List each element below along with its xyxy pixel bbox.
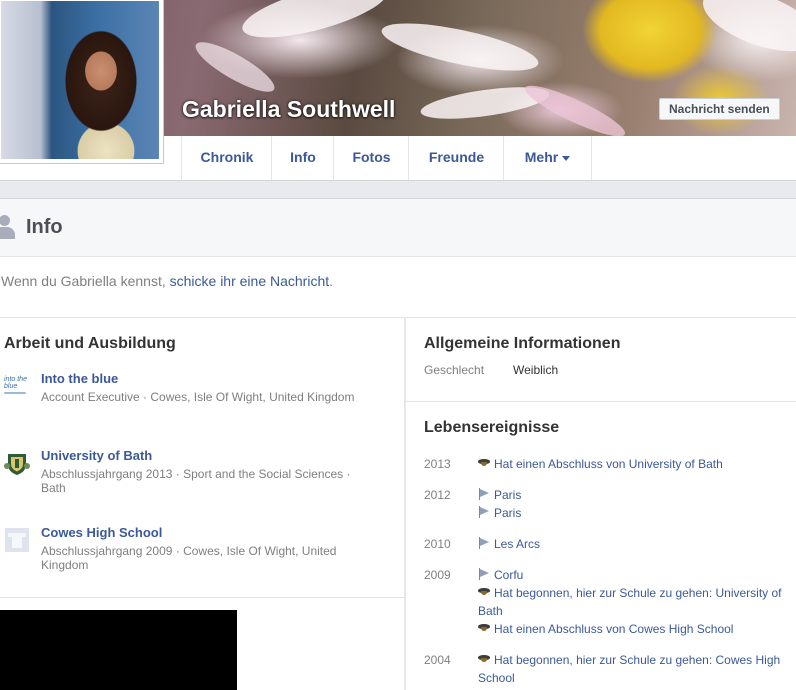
flag-icon (478, 506, 490, 518)
list-item: University of Bath Abschlussjahrgang 201… (4, 448, 384, 498)
life-event-year: 2010 (424, 537, 451, 551)
profile-photo (1, 1, 159, 159)
graduation-cap-icon (478, 457, 490, 469)
tab-mehr[interactable]: Mehr (503, 136, 592, 180)
work-detail: Account Executive · Cowes, Isle Of Wight… (41, 390, 355, 404)
education-detail: Abschlussjahrgang 2009 · Cowes, Isle Of … (41, 544, 337, 572)
life-event-year: 2004 (424, 653, 451, 667)
graduation-cap-icon (478, 653, 490, 665)
section-title-work-education: Arbeit und Ausbildung (4, 335, 176, 352)
life-event-item[interactable]: Hat einen Abschluss von Cowes High Schoo… (478, 620, 790, 638)
section-divider (406, 401, 796, 402)
section-title-general-info: Allgemeine Informationen (424, 335, 621, 352)
life-event-item[interactable]: Hat begonnen, hier zur Schule zu gehen: … (478, 584, 790, 620)
chevron-down-icon (562, 155, 571, 161)
tab-fotos[interactable]: Fotos (333, 136, 409, 180)
school-placeholder-icon[interactable] (4, 527, 30, 553)
info-intro: Wenn du Gabriella kennst, schicke ihr ei… (0, 257, 796, 318)
tab-freunde[interactable]: Freunde (408, 136, 504, 180)
school-cowes-high-school-link[interactable]: Cowes High School (41, 525, 162, 540)
list-item: Cowes High School Abschlussjahrgang 2009… (4, 525, 384, 575)
flag-icon (478, 488, 490, 500)
university-crest-icon[interactable] (4, 450, 30, 476)
life-event-item[interactable]: Hat einen Abschluss von University of Ba… (478, 455, 790, 473)
work-into-the-blue-link[interactable]: Into the blue (41, 371, 118, 386)
flag-icon (478, 568, 490, 580)
send-message-button[interactable]: Nachricht senden (659, 98, 780, 120)
life-event-item[interactable]: Hat begonnen, hier zur Schule zu gehen: … (478, 651, 790, 687)
flag-icon (478, 537, 490, 549)
info-section-header: Info (0, 198, 796, 257)
gender-value: Weiblich (513, 363, 559, 377)
page-title: Info (26, 216, 63, 238)
tab-info[interactable]: Info (271, 136, 334, 180)
profile-picture[interactable] (0, 0, 164, 164)
gender-label: Geschlecht (424, 363, 485, 377)
education-detail: Abschlussjahrgang 2013 · Sport and the S… (41, 467, 351, 495)
list-item: into the blue Into the blue Account Exec… (4, 371, 384, 421)
send-message-link[interactable]: schicke ihr eine Nachricht (170, 273, 330, 289)
life-event-year: 2013 (424, 457, 451, 471)
intro-text: Wenn du Gabriella kennst, schicke ihr ei… (1, 273, 334, 289)
life-event-year: 2009 (424, 568, 451, 582)
work-education-section: Arbeit und Ausbildung into the blue Into… (0, 318, 405, 598)
life-event-item[interactable]: Paris (478, 504, 790, 522)
life-event-item[interactable]: Les Arcs (478, 535, 790, 553)
section-title-life-events: Lebensereignisse (424, 419, 560, 436)
tab-chronik[interactable]: Chronik (181, 136, 272, 180)
graduation-cap-icon (478, 622, 490, 634)
right-info-column: Allgemeine Informationen Geschlecht Weib… (406, 318, 796, 690)
person-icon (0, 215, 16, 239)
into-the-blue-logo[interactable]: into the blue (4, 373, 30, 399)
graduation-cap-icon (478, 586, 490, 598)
profile-name[interactable]: Gabriella Southwell (182, 96, 395, 123)
school-university-of-bath-link[interactable]: University of Bath (41, 448, 152, 463)
life-event-item[interactable]: Corfu (478, 566, 790, 584)
blank-content-block (0, 610, 237, 690)
life-event-item[interactable]: Paris (478, 486, 790, 504)
life-event-year: 2012 (424, 488, 451, 502)
